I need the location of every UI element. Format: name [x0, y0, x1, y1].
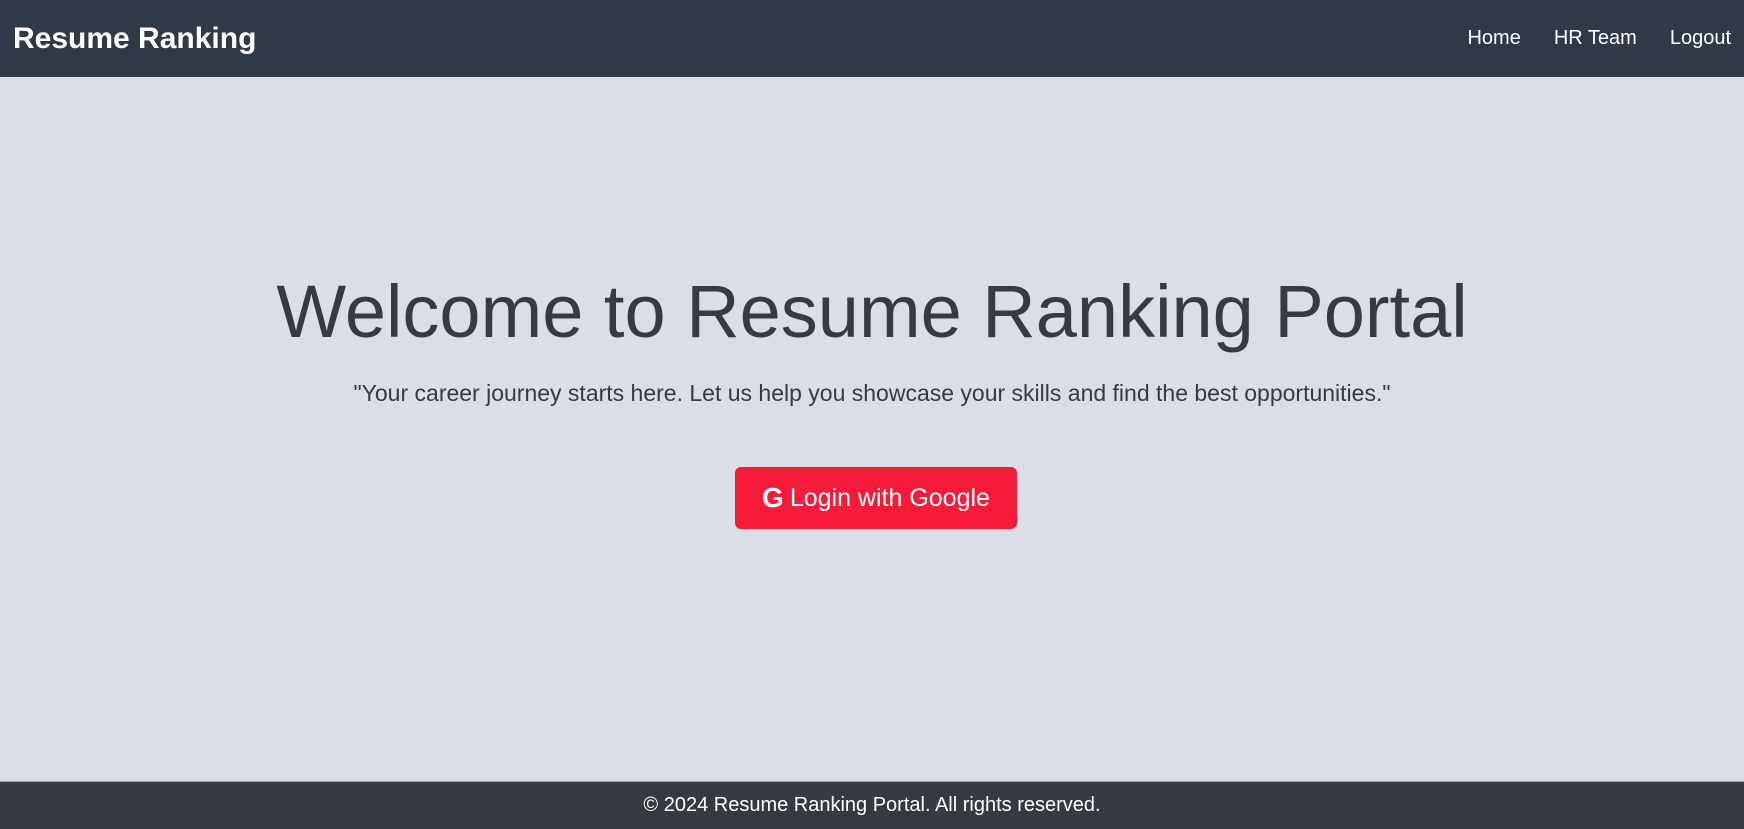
brand-link[interactable]: Resume Ranking — [13, 22, 256, 56]
copyright-text: © 2024 Resume Ranking Portal. All rights… — [643, 794, 1101, 816]
nav-links: Home HR Team Logout — [1467, 27, 1731, 50]
nav-logout[interactable]: Logout — [1670, 27, 1731, 50]
hero: Welcome to Resume Ranking Portal "Your c… — [0, 77, 1744, 781]
navbar: Resume Ranking Home HR Team Logout — [0, 0, 1744, 77]
tagline: "Your career journey starts here. Let us… — [353, 380, 1391, 406]
page-title: Welcome to Resume Ranking Portal — [276, 270, 1468, 353]
nav-home[interactable]: Home — [1467, 27, 1520, 50]
footer: © 2024 Resume Ranking Portal. All rights… — [0, 781, 1744, 829]
google-icon: G — [762, 482, 784, 513]
nav-hr-team[interactable]: HR Team — [1554, 27, 1637, 50]
login-button-label: Login with Google — [789, 483, 990, 512]
login-with-google-button[interactable]: G Login with Google — [735, 467, 1017, 529]
